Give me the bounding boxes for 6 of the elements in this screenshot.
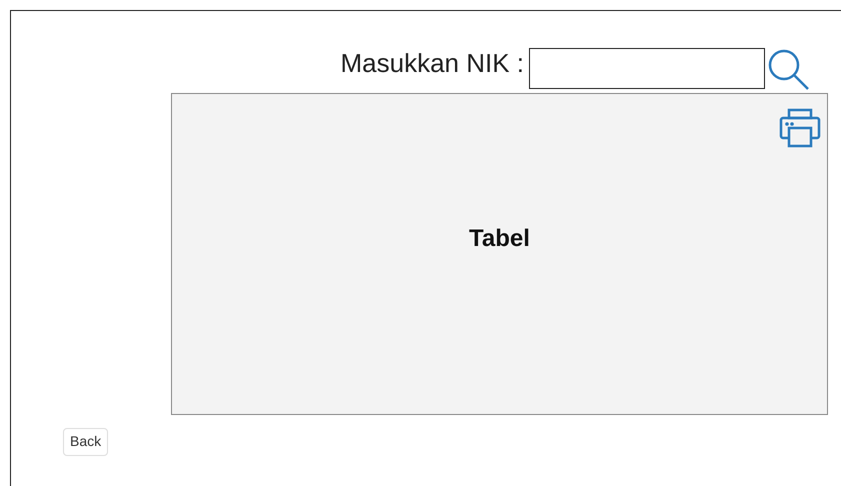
nik-input-field[interactable] (529, 48, 765, 89)
print-icon[interactable] (779, 108, 821, 148)
back-button[interactable]: Back (63, 428, 108, 456)
search-icon[interactable] (767, 48, 811, 92)
nik-label: Masukkan NIK : (340, 50, 524, 80)
table-placeholder-label: Tabel (469, 224, 530, 254)
